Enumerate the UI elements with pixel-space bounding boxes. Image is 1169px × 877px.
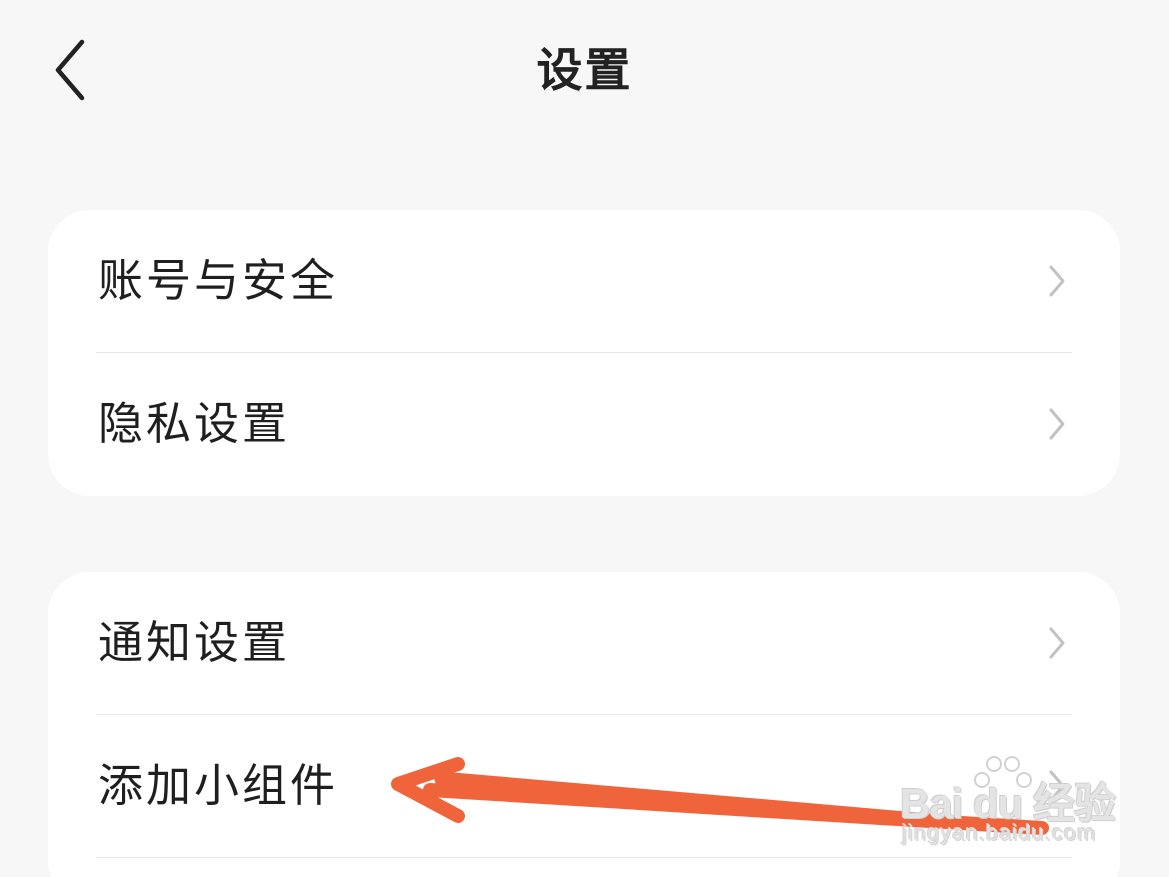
settings-item-label: 添加小组件 xyxy=(98,759,339,812)
settings-item-label: 账号与安全 xyxy=(98,254,339,307)
settings-screen: 设置 账号与安全 隐私设置 通知设置 添加小组件 Bai du 经验 jingy… xyxy=(0,0,1169,877)
divider xyxy=(96,857,1072,858)
settings-item-add-widget[interactable]: 添加小组件 xyxy=(48,715,1120,857)
page-title: 设置 xyxy=(536,43,633,97)
chevron-right-icon xyxy=(1049,265,1065,297)
settings-group-general: 通知设置 添加小组件 xyxy=(48,572,1120,877)
chevron-right-icon xyxy=(1049,408,1065,440)
settings-item-label: 通知设置 xyxy=(98,616,291,669)
chevron-right-icon xyxy=(1049,627,1065,659)
settings-item-account-security[interactable]: 账号与安全 xyxy=(48,210,1120,352)
settings-item-notifications[interactable]: 通知设置 xyxy=(48,572,1120,714)
settings-item-label: 隐私设置 xyxy=(98,397,291,450)
chevron-right-icon xyxy=(1049,770,1065,802)
settings-item-privacy[interactable]: 隐私设置 xyxy=(48,353,1120,495)
settings-group-account: 账号与安全 隐私设置 xyxy=(48,210,1120,496)
header-bar: 设置 xyxy=(0,0,1169,150)
